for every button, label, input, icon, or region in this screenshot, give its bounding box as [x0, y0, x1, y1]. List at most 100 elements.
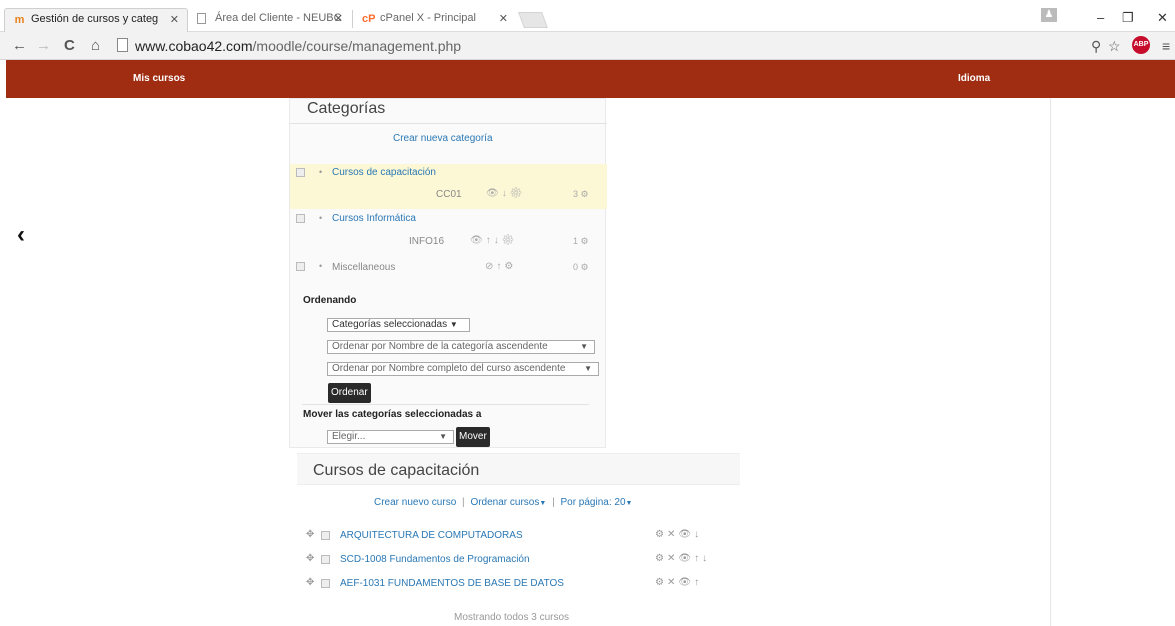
course-name[interactable]: AEF-1031 FUNDAMENTOS DE BASE DE DATOS — [340, 578, 564, 589]
profile-icon[interactable]: ♟ — [1041, 8, 1057, 22]
category-actions: 👁↑↓⚙ — [470, 235, 517, 246]
category-course-count: 1 ⚙ — [573, 236, 589, 247]
move-icon[interactable]: ✥ — [306, 577, 314, 588]
arrow-down-icon[interactable]: ↓ — [694, 529, 702, 540]
page-divider — [1050, 98, 1051, 626]
sort-categories-select[interactable]: Ordenar por Nombre de la categoría ascen… — [327, 340, 595, 354]
course-name[interactable]: SCD-1008 Fundamentos de Programación — [340, 554, 530, 565]
new-tab-button[interactable] — [518, 12, 548, 28]
arrow-down-icon[interactable]: ↓ — [494, 235, 502, 246]
category-name[interactable]: Cursos de capacitación — [332, 167, 436, 178]
close-tab-icon[interactable]: ✕ — [170, 13, 179, 26]
delete-icon[interactable]: ✕ — [667, 529, 678, 540]
browser-tab-title: cPanel X - Principal — [380, 12, 476, 24]
category-row[interactable]: • Cursos Informática INFO16 👁↑↓⚙ 1 ⚙ — [290, 210, 607, 255]
zoom-icon[interactable]: ⚲ — [1091, 38, 1101, 55]
gear-icon[interactable]: ⚙ — [655, 577, 667, 588]
arrow-down-icon[interactable]: ↓ — [702, 553, 710, 564]
arrow-down-icon[interactable]: ↓ — [502, 188, 510, 199]
cpanel-icon: cP — [362, 13, 376, 25]
arrow-up-icon[interactable]: ↑ — [694, 577, 702, 588]
category-row[interactable]: • Cursos de capacitación CC01 👁↓⚙ 3 ⚙ — [290, 164, 607, 209]
create-course-link[interactable]: Crear nuevo curso — [374, 497, 456, 508]
category-checkbox[interactable] — [296, 214, 305, 223]
move-target-select[interactable]: Elegir... ▼ — [327, 430, 454, 444]
browser-tab[interactable]: cP cPanel X - Principal ✕ — [354, 8, 516, 32]
divider — [302, 404, 589, 405]
move-icon[interactable]: ✥ — [306, 553, 314, 564]
caret-down-icon: ▼ — [580, 342, 588, 351]
page-icon — [117, 38, 128, 52]
category-idnumber: INFO16 — [409, 236, 445, 247]
caret-down-icon: ▼ — [584, 364, 592, 373]
count-value: 3 — [573, 189, 579, 199]
restore-icon[interactable]: ❐ — [1122, 10, 1134, 26]
sort-courses-link[interactable]: Ordenar cursos — [470, 497, 539, 508]
minimize-icon[interactable]: – — [1097, 10, 1104, 25]
course-checkbox[interactable] — [321, 555, 330, 564]
gear-icon[interactable]: ⚙ — [655, 553, 667, 564]
sort-courses-select[interactable]: Ordenar por Nombre completo del curso as… — [327, 362, 599, 376]
bookmark-star-icon[interactable]: ☆ — [1108, 38, 1121, 55]
delete-icon[interactable]: ✕ — [667, 553, 678, 564]
course-checkbox[interactable] — [321, 579, 330, 588]
category-checkbox[interactable] — [296, 262, 305, 271]
gear-icon[interactable]: ⚙ — [655, 529, 667, 540]
bullet-icon: • — [319, 213, 323, 223]
eye-icon[interactable]: 👁 — [678, 577, 694, 588]
language-link[interactable]: Idioma — [958, 73, 990, 84]
eye-icon[interactable]: 👁 — [470, 235, 486, 246]
caret-down-icon: ▼ — [439, 432, 447, 441]
close-tab-icon[interactable]: ✕ — [499, 12, 508, 25]
home-icon[interactable]: ⌂ — [91, 37, 100, 54]
close-window-icon[interactable]: ✕ — [1157, 10, 1168, 26]
separator: | — [462, 497, 465, 508]
adblock-icon[interactable]: ABP — [1132, 36, 1150, 54]
caret-down-icon[interactable]: ▼ — [626, 500, 633, 507]
close-tab-icon[interactable]: ✕ — [334, 12, 343, 25]
menu-icon[interactable]: ≡ — [1162, 38, 1170, 54]
per-page-link[interactable]: Por página: 20 — [560, 497, 625, 508]
sort-courses-value: Ordenar por Nombre completo del curso as… — [332, 363, 566, 374]
course-actions: ⚙✕👁↑ — [655, 577, 702, 588]
browser-tab[interactable]: Área del Cliente - NEUBC ✕ — [189, 8, 351, 32]
back-icon[interactable]: ← — [12, 37, 27, 54]
category-row[interactable]: • Miscellaneous ⊘↑⚙ 0 ⚙ — [290, 256, 607, 281]
delete-icon[interactable]: ✕ — [667, 577, 678, 588]
bullet-icon: • — [319, 167, 323, 177]
course-checkbox[interactable] — [321, 531, 330, 540]
caret-down-icon[interactable]: ▼ — [539, 500, 546, 507]
course-row[interactable]: ✥ ARQUITECTURA DE COMPUTADORAS ⚙✕👁↓ — [297, 527, 740, 547]
arrow-up-icon[interactable]: ↑ — [694, 553, 702, 564]
course-row[interactable]: ✥ AEF-1031 FUNDAMENTOS DE BASE DE DATOS … — [297, 575, 740, 595]
chevron-left-icon[interactable]: ‹ — [17, 221, 25, 249]
move-title: Mover las categorías seleccionadas a — [303, 409, 482, 420]
scope-select[interactable]: Categorías seleccionadas ▼ — [327, 318, 470, 332]
arrow-up-icon[interactable]: ↑ — [486, 235, 494, 246]
gear-icon[interactable]: ⚙ — [504, 261, 516, 272]
sorting-title: Ordenando — [303, 295, 357, 306]
forward-icon[interactable]: → — [36, 37, 51, 54]
eye-icon[interactable]: 👁 — [678, 553, 694, 564]
sort-button[interactable]: Ordenar — [328, 383, 371, 403]
gear-icon[interactable]: ⚙ — [510, 188, 526, 199]
browser-tab-active[interactable]: m Gestión de cursos y categ ✕ — [4, 8, 188, 32]
category-name[interactable]: Cursos Informática — [332, 213, 416, 224]
eye-icon[interactable]: 👁 — [678, 529, 694, 540]
gear-icon[interactable]: ⚙ — [502, 235, 518, 246]
eye-hidden-icon[interactable]: ⊘ — [485, 261, 496, 272]
url-field[interactable]: www.cobao42.com/moodle/course/management… — [117, 37, 1077, 55]
move-icon[interactable]: ✥ — [306, 529, 314, 540]
eye-icon[interactable]: 👁 — [486, 188, 502, 199]
category-checkbox[interactable] — [296, 168, 305, 177]
courses-icon: ⚙ — [580, 236, 589, 246]
course-name[interactable]: ARQUITECTURA DE COMPUTADORAS — [340, 530, 523, 541]
categories-panel: Categorías Crear nueva categoría • Curso… — [289, 98, 607, 448]
my-courses-link[interactable]: Mis cursos — [133, 73, 185, 84]
course-row[interactable]: ✥ SCD-1008 Fundamentos de Programación ⚙… — [297, 551, 740, 571]
category-name[interactable]: Miscellaneous — [332, 262, 395, 273]
courses-icon: ⚙ — [580, 189, 589, 199]
create-category-link[interactable]: Crear nueva categoría — [393, 133, 493, 144]
move-button[interactable]: Mover — [456, 427, 490, 447]
reload-icon[interactable]: C — [64, 37, 75, 54]
